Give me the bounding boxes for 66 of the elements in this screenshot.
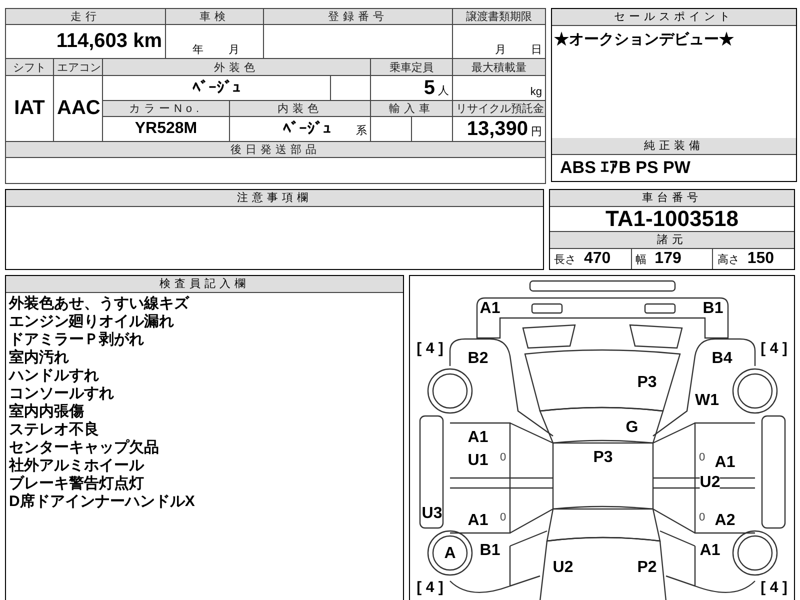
unit-label: 系 (356, 124, 368, 136)
field-label: リサイクル預託金 (452, 100, 546, 116)
inspector-note: 外装色あせ、うすい線キズ (9, 295, 190, 313)
tread-depth: [ 4 ] (760, 341, 788, 357)
interior-color-value: ﾍﾞｰｼﾞｭ (283, 120, 332, 138)
tread-depth: [ 4 ] (760, 580, 788, 596)
capacity-value: 5 (424, 76, 436, 98)
mileage-value: 114,603 (56, 30, 128, 52)
unit-label: 日 (531, 44, 542, 56)
tread-depth: [ 4 ] (416, 580, 444, 596)
inspector-note: 室内内張傷 (9, 403, 85, 421)
spec-label: 高さ (717, 252, 740, 266)
inspector-note: コンソールすれ (9, 385, 115, 402)
aircon-value: AAC (57, 97, 100, 119)
unit-label: kg (530, 86, 542, 98)
panel-header: 車台番号 (550, 190, 794, 207)
inspector-note: センターキャップ欠品 (9, 439, 160, 457)
unit-label: 月 (495, 44, 506, 56)
unit-label: 人 (438, 84, 450, 96)
inspector-note: ブレーキ警告灯点灯 (9, 475, 145, 493)
spec-label: 長さ (554, 252, 576, 266)
panel-header: 諸元 (550, 232, 794, 249)
spec-label: 幅 (636, 252, 647, 266)
field-label: 輸入車 (370, 100, 453, 116)
panel-mark: 0 (500, 452, 506, 464)
inspector-note: 室内汚れ (9, 349, 70, 367)
panel-header: 注意事項欄 (6, 190, 543, 207)
field-label: 登録番号 (264, 8, 453, 24)
spec-value: 150 (747, 250, 774, 268)
sale-point-text: ★オークションデビュー★ (553, 30, 736, 50)
field-label: 最大積載量 (452, 58, 546, 76)
inspector-note: ドアミラーＰ剥がれ (9, 331, 145, 348)
field-label: 車検 (166, 8, 264, 24)
damage-code: U2 (700, 475, 720, 491)
unit-label: 月 (228, 44, 240, 56)
field-label: エアコン (54, 58, 102, 76)
field-label: 譲渡書類期限 (452, 8, 546, 24)
spec-value: 179 (654, 250, 682, 268)
panel-header: セールスポイント (552, 9, 796, 26)
unit-label: 円 (531, 126, 542, 138)
recycle-fee-value: 13,390 (466, 118, 528, 140)
field-label: カラーNo. (102, 100, 230, 116)
inspector-note: エンジン廻りオイル漏れ (9, 313, 175, 331)
field-label: シフト (6, 58, 54, 76)
panel-mark: 0 (698, 512, 706, 524)
spec-value: 470 (584, 250, 611, 268)
exterior-color-value: ﾍﾞｰｼﾞｭ (192, 80, 240, 96)
inspector-note: D席ドアインナーハンドルX (9, 493, 196, 511)
field-label: 外装色 (102, 58, 371, 76)
field-label: 内装色 (230, 100, 371, 116)
field-label: 乗車定員 (370, 58, 453, 76)
shift-value: IAT (14, 97, 45, 119)
color-number-value: YR528M (134, 120, 198, 137)
tread-depth: [ 4 ] (416, 341, 444, 357)
inspector-note: ステレオ不良 (9, 421, 100, 439)
panel-mark: 0 (698, 452, 706, 464)
field-label: 後日発送部品 (6, 142, 546, 158)
panel-mark: 0 (500, 512, 506, 524)
equipment-list: ABS ｴｱB PS PW (552, 155, 796, 181)
panel-header: 検査員記入欄 (6, 276, 403, 293)
panel-header: 純正装備 (552, 138, 796, 155)
field-label: 走行 (6, 8, 166, 24)
inspector-note: ハンドルすれ (9, 367, 100, 385)
unit-label: 年 (192, 44, 204, 56)
unit-label: km (132, 30, 162, 52)
inspector-note: 社外アルミホイール (9, 457, 146, 475)
